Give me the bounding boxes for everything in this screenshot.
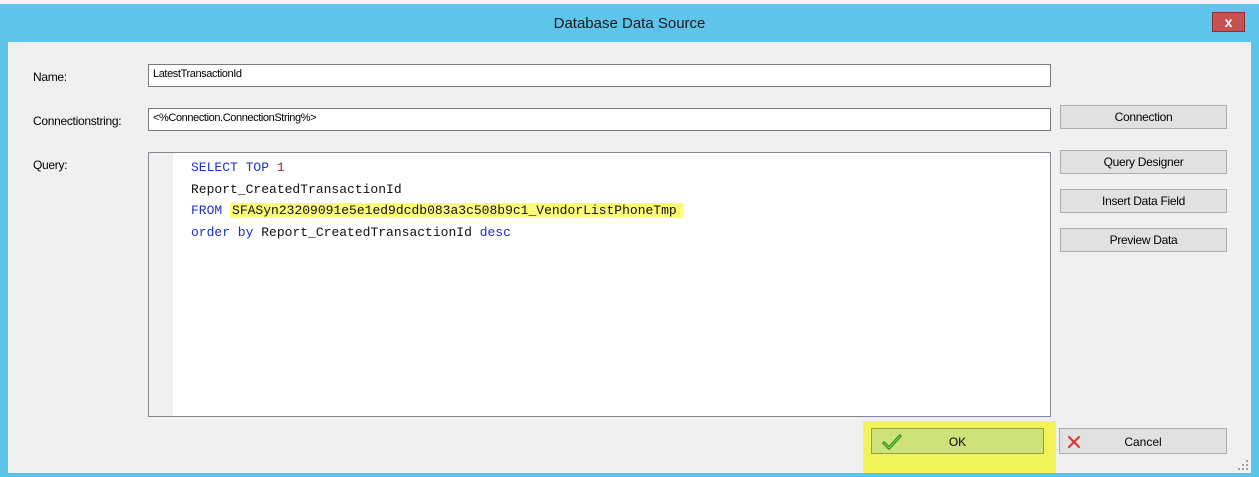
query-line-3: FROM SFASyn23209091e5e1ed9dcdb083a3c508b… [191,200,683,222]
dialog-window: Database Data Source x Name: LatestTrans… [0,0,1259,477]
order-column: Report_CreatedTransactionId [261,224,472,240]
window-title: Database Data Source [553,15,706,32]
dialog-body: Name: LatestTransactionId Connectionstri… [8,42,1251,473]
query-line-2: Report_CreatedTransactionId [191,181,402,197]
close-icon: x [1224,14,1233,30]
connection-button[interactable]: Connection [1060,105,1227,129]
query-label: Query: [33,158,68,172]
editor-gutter [149,153,173,416]
query-line-1: SELECT TOP 1 [191,157,683,179]
insert-data-field-button[interactable]: Insert Data Field [1060,189,1227,213]
connectionstring-input[interactable]: <%Connection.ConnectionString%> [148,108,1051,131]
query-line-4: order by Report_CreatedTransactionId des… [191,222,683,244]
keyword-from: FROM [191,203,223,218]
cancel-label: Cancel [1124,435,1162,449]
query-code: SELECT TOP 1 Report_CreatedTransactionId F… [191,157,683,243]
keyword-select-top: SELECT TOP [191,160,270,175]
title-bar[interactable]: Database Data Source x [0,4,1259,42]
number-literal: 1 [276,160,285,175]
cancel-button[interactable]: Cancel [1059,428,1227,454]
ok-label: OK [948,435,967,449]
table-name-highlight: SFASyn23209091e5e1ed9dcdb083a3c508b9c1_V… [230,203,683,218]
close-button[interactable]: x [1212,12,1245,32]
keyword-order-by: order by [191,224,254,240]
connectionstring-label: Connectionstring: [33,114,122,128]
preview-data-button[interactable]: Preview Data [1060,228,1227,252]
keyword-desc: desc [479,224,511,240]
query-designer-button[interactable]: Query Designer [1060,150,1227,174]
ok-button[interactable]: OK [871,428,1044,454]
name-label: Name: [33,70,67,84]
resize-grip-icon[interactable] [1237,459,1249,471]
name-input[interactable]: LatestTransactionId [148,64,1051,87]
query-editor[interactable]: SELECT TOP 1 Report_CreatedTransactionId F… [148,152,1051,417]
